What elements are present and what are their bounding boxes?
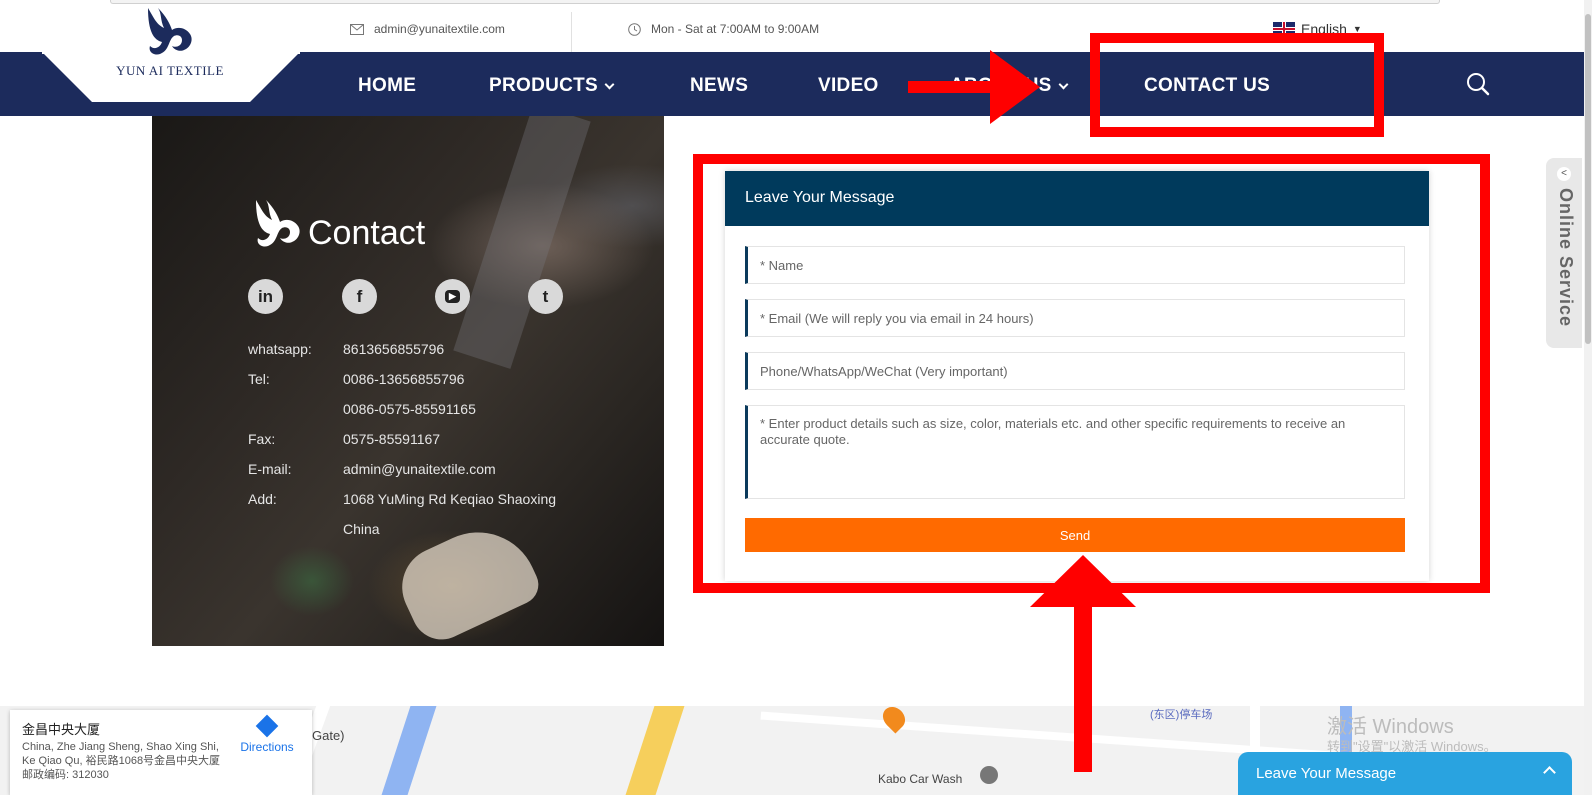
nav-products-label: PRODUCTS [489, 75, 599, 96]
chevron-down-icon [1058, 79, 1069, 89]
envelope-icon [350, 23, 364, 35]
contact-label-fax: Fax: [248, 431, 276, 447]
topbar-email-text: admin@yunaitextile.com [374, 22, 505, 36]
map-place-address: China, Zhe Jiang Sheng, Shao Xing Shi, K… [22, 741, 221, 781]
map-river [381, 706, 437, 795]
scrollbar-thumb[interactable] [1585, 14, 1591, 344]
contact-label-address: Add: [248, 491, 277, 507]
linkedin-icon[interactable]: in [248, 279, 283, 314]
directions-button[interactable]: Directions [236, 714, 298, 754]
brand-name[interactable]: YUN AI TEXTILE [95, 63, 245, 79]
annotation-box-form [693, 154, 1490, 593]
chevron-up-icon [1543, 766, 1556, 779]
leave-message-widget[interactable]: Leave Your Message [1238, 752, 1572, 795]
map-highway [625, 706, 685, 795]
annotation-arrow-right-head [990, 50, 1040, 124]
leave-message-widget-label: Leave Your Message [1256, 765, 1397, 782]
brand-logo-icon[interactable] [140, 6, 200, 58]
contact-label-email: E-mail: [248, 461, 292, 477]
nav-video-label: VIDEO [818, 75, 879, 96]
nav-home[interactable]: HOME [358, 75, 416, 97]
youtube-icon[interactable]: ▶ [435, 279, 470, 314]
page-scrollbar[interactable] [1584, 0, 1592, 795]
map-label-parking: (东区)停车场 [1150, 709, 1213, 721]
topbar-hours-text: Mon - Sat at 7:00AM to 9:00AM [651, 22, 820, 36]
clock-icon [628, 22, 641, 36]
contact-value-address2: China [343, 521, 380, 537]
youtube-glyph: ▶ [445, 290, 460, 303]
decorative-photo-detail [453, 116, 591, 369]
brand-logo-white-icon [256, 200, 300, 247]
contact-info-panel: Contact in f ▶ t whatsapp: 8613656855796… [152, 116, 664, 646]
directions-icon [255, 714, 279, 738]
carwash-pin-icon[interactable] [980, 766, 998, 784]
twitter-icon[interactable]: t [528, 279, 563, 314]
contact-value-tel: 0086-13656855796 [343, 371, 465, 387]
nav-news-label: NEWS [690, 75, 749, 96]
contact-value-tel2: 0086-0575-85591165 [343, 401, 476, 417]
nav-home-label: HOME [358, 75, 417, 96]
map-label-carwash: Kabo Car Wash [878, 772, 963, 786]
map-place-card: 金昌中央大厦 China, Zhe Jiang Sheng, Shao Xing… [10, 710, 312, 795]
annotation-box-contact-us [1090, 33, 1384, 137]
search-icon[interactable] [1466, 72, 1490, 96]
map-label-gate: Gate) [312, 728, 345, 743]
online-service-label: Online Service [1556, 188, 1576, 328]
contact-title: Contact [308, 214, 426, 252]
nav-video[interactable]: VIDEO [818, 75, 879, 97]
online-service-tab[interactable]: < Online Service [1546, 158, 1582, 348]
page: admin@yunaitextile.com Mon - Sat at 7:00… [0, 0, 1592, 795]
nav-products[interactable]: PRODUCTS [489, 75, 615, 97]
directions-label: Directions [240, 740, 294, 754]
facebook-icon[interactable]: f [342, 279, 377, 314]
contact-label-whatsapp: whatsapp: [248, 341, 312, 357]
chevron-left-icon: < [1557, 167, 1571, 181]
map-place-name: 金昌中央大厦 [22, 722, 101, 737]
contact-value-fax: 0575-85591167 [343, 431, 441, 447]
contact-value-email[interactable]: admin@yunaitextile.com [343, 461, 496, 477]
nav-news[interactable]: NEWS [690, 75, 748, 97]
annotation-arrow-up-head [1030, 555, 1136, 607]
contact-value-address: 1068 YuMing Rd Keqiao Shaoxing [343, 491, 557, 507]
topbar-divider [571, 12, 572, 56]
decorative-photo-detail [389, 512, 545, 646]
topbar-hours: Mon - Sat at 7:00AM to 9:00AM [628, 22, 819, 36]
annotation-arrow-up [1074, 600, 1092, 772]
topbar-email[interactable]: admin@yunaitextile.com [350, 22, 505, 36]
chevron-down-icon [604, 79, 615, 89]
contact-value-whatsapp: 8613656855796 [343, 341, 445, 357]
contact-label-tel: Tel: [248, 371, 270, 387]
windows-activation-title: 激活 Windows [1327, 716, 1454, 738]
